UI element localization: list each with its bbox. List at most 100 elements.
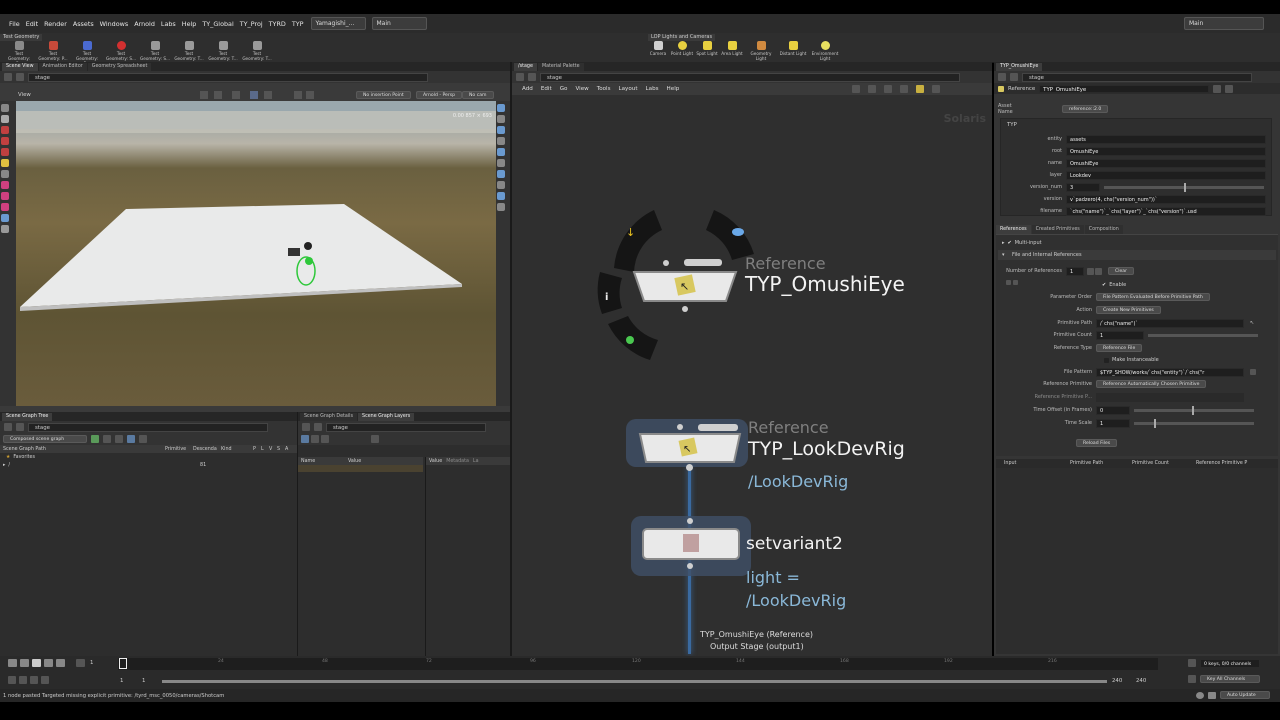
net-menu-tools[interactable]: Tools <box>597 86 611 92</box>
tab-stage[interactable]: /stage <box>514 63 537 71</box>
version-num-slider[interactable] <box>1104 182 1264 192</box>
net-menu-labs[interactable]: Labs <box>646 86 659 92</box>
play-icon[interactable] <box>44 659 53 667</box>
tool-environment-light[interactable]: Environment Light <box>810 41 840 61</box>
tool-area-light[interactable]: Area Light <box>717 41 747 56</box>
col-input[interactable]: Input <box>996 461 1060 466</box>
node3-input-port[interactable] <box>687 518 693 524</box>
pick-cursor-icon[interactable]: ↖ <box>1250 320 1254 326</box>
snap-icon[interactable] <box>200 91 208 99</box>
lighting-icon[interactable] <box>250 91 258 99</box>
remove-instance-icon[interactable] <box>1006 280 1011 285</box>
range-start[interactable]: 1 <box>120 678 123 684</box>
auto-update-button[interactable]: Auto Update <box>1220 691 1270 699</box>
forward-icon[interactable] <box>314 423 322 431</box>
num-refs-input[interactable]: 1 <box>1066 266 1084 276</box>
time-offset-slider[interactable] <box>1134 405 1254 415</box>
tab-params[interactable]: TYP_OmushiEye <box>996 63 1043 71</box>
shelf-tab-lights-cameras[interactable]: LOP Lights and Cameras <box>648 34 716 41</box>
enable-checkbox[interactable]: ✔ <box>1102 282 1106 288</box>
net-menu-go[interactable]: Go <box>560 86 568 92</box>
update-mode-icon[interactable] <box>1208 692 1216 699</box>
list-view-icon[interactable] <box>301 435 309 443</box>
tool-distant-light[interactable]: Distant Light <box>778 41 808 56</box>
tool-test-geometry-t3[interactable]: Test Geometry: T... <box>242 41 272 61</box>
tool-test-geometry-s[interactable]: Test Geometry: S... <box>106 41 136 61</box>
col-reference-primitive[interactable]: Reference Primitive P <box>1190 461 1247 466</box>
camera-tool-icon[interactable] <box>1 214 9 222</box>
help-icon[interactable] <box>1225 84 1234 93</box>
net-menu-add[interactable]: Add <box>522 86 533 92</box>
forward-icon[interactable] <box>528 73 536 81</box>
ghost-icon[interactable] <box>497 115 505 123</box>
capture-icon[interactable] <box>306 91 314 99</box>
insert-instance-icon[interactable] <box>1012 280 1018 285</box>
tool-test-geometry-t[interactable]: Test Geometry: T... <box>174 41 204 61</box>
col-descendants[interactable]: Descenda <box>193 447 221 452</box>
pose-tool-icon[interactable] <box>1 159 9 167</box>
realtime-icon[interactable] <box>8 676 16 684</box>
zoom-icon[interactable] <box>932 85 941 93</box>
radial-wedge-left[interactable] <box>597 272 622 314</box>
stop-icon[interactable] <box>32 659 41 667</box>
network-box-icon[interactable] <box>900 85 909 93</box>
plus-icon[interactable] <box>1087 267 1094 275</box>
net-menu-layout[interactable]: Layout <box>619 86 638 92</box>
col-primitive-count[interactable]: Primitive Count <box>1124 461 1190 466</box>
menu-render[interactable]: Render <box>41 20 70 28</box>
viewport-3d[interactable]: 0.00 857 × 693 <box>16 101 496 406</box>
layout-icon[interactable] <box>868 85 877 93</box>
persp-icon[interactable] <box>214 91 222 99</box>
points-icon[interactable] <box>497 137 505 145</box>
tab-references[interactable]: References <box>996 225 1031 234</box>
slider-handle[interactable] <box>1184 182 1186 192</box>
prim-path-input[interactable]: /`chs("name")` <box>1096 318 1244 328</box>
slider-handle[interactable] <box>1192 405 1194 415</box>
filename-input[interactable]: `chs("name")`_`chs("layer")`_`chs("versi… <box>1066 206 1266 216</box>
reload-files-button[interactable]: Reload Files <box>1076 439 1118 447</box>
key-all-icon[interactable] <box>1188 675 1196 683</box>
prim-count-input[interactable]: 1 <box>1096 330 1144 340</box>
clear-button[interactable]: Clear <box>1108 267 1135 275</box>
tree-view-icon[interactable] <box>311 435 319 443</box>
scale-tool-icon[interactable] <box>1 148 9 156</box>
viewer-path-field[interactable]: stage <box>28 72 428 82</box>
prim-count-slider[interactable] <box>1148 333 1258 337</box>
menu-tyrd[interactable]: TYRD <box>266 20 289 28</box>
network-path[interactable]: stage <box>540 72 960 82</box>
camera-menu[interactable]: No cam <box>462 91 494 99</box>
ref-prim-select[interactable]: Reference Automatically Chosen Primitive <box>1096 380 1207 388</box>
desktop-selector[interactable]: Yamagishi_... <box>310 17 366 30</box>
select-tool-icon[interactable] <box>1 104 9 112</box>
grid-snap-icon[interactable] <box>884 85 893 93</box>
details-path[interactable]: stage <box>326 422 486 432</box>
key-icon[interactable] <box>1188 659 1196 667</box>
tab-animation-editor[interactable]: Animation Editor <box>38 63 87 71</box>
action-select[interactable]: Create New Primitives <box>1096 306 1161 314</box>
radial-wedge-top-right[interactable] <box>706 210 754 260</box>
sync-icon[interactable] <box>127 435 135 443</box>
step-icon[interactable] <box>76 659 85 667</box>
loop-icon[interactable] <box>19 676 27 684</box>
grid-view-icon[interactable] <box>321 435 329 443</box>
menu-help[interactable]: Help <box>179 20 200 28</box>
safe-area-icon[interactable] <box>497 181 505 189</box>
expand-arrow-icon[interactable]: ▸ <box>3 463 5 468</box>
file-section-header[interactable]: ▾ File and Internal References <box>998 250 1276 260</box>
wireframe-icon[interactable] <box>497 126 505 134</box>
menu-windows[interactable]: Windows <box>97 20 132 28</box>
node3-name[interactable]: setvariant2 <box>746 534 843 554</box>
back-icon[interactable] <box>4 73 12 81</box>
shadows-icon[interactable] <box>497 203 505 211</box>
time-scale-slider[interactable] <box>1134 418 1254 428</box>
wrench-icon[interactable] <box>852 85 861 93</box>
back-icon[interactable] <box>516 73 524 81</box>
checkmark-icon[interactable]: ✔ <box>1008 240 1012 246</box>
name-input[interactable]: OmushiEye <box>1066 158 1266 168</box>
col-metadata[interactable]: Metadata <box>446 459 469 464</box>
node-output-port[interactable] <box>682 306 688 312</box>
insertion-point-menu[interactable]: No insertion Point <box>356 91 411 99</box>
renderer-menu[interactable]: Arnold - Persp <box>416 91 463 99</box>
col-kind[interactable]: Kind <box>221 447 253 452</box>
menu-ty-global[interactable]: TY_Global <box>199 20 236 28</box>
